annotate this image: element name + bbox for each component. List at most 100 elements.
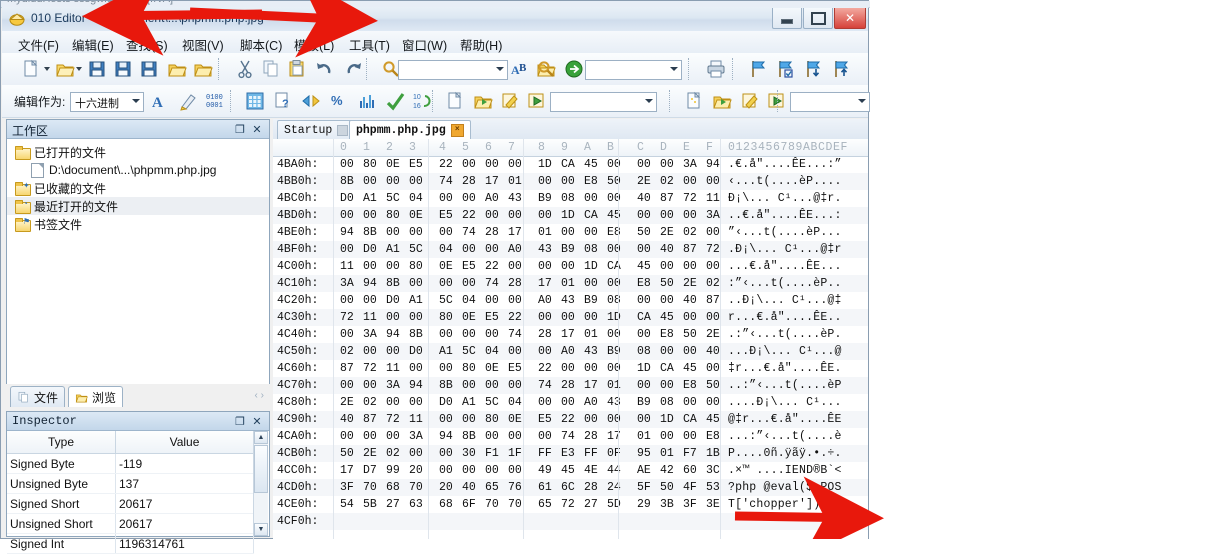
hex-byte[interactable]: 28 [561, 377, 575, 394]
hex-byte[interactable]: 1D [584, 258, 598, 275]
hex-byte[interactable]: E5 [409, 156, 423, 173]
bookmark-up-icon[interactable] [830, 58, 852, 80]
copy-icon[interactable] [260, 58, 282, 80]
goto-combo[interactable] [585, 60, 682, 80]
hex-byte[interactable]: 50 [683, 326, 697, 343]
edit-as-combo[interactable]: 十六进制 [70, 92, 144, 112]
hex-byte[interactable]: 00 [683, 394, 697, 411]
hex-byte[interactable]: 28 [485, 224, 499, 241]
hex-byte[interactable]: 8B [462, 428, 476, 445]
hex-byte[interactable]: 40 [462, 479, 476, 496]
save-all-icon[interactable] [138, 58, 160, 80]
hex-byte[interactable]: 00 [538, 343, 552, 360]
hex-byte[interactable]: 00 [683, 207, 697, 224]
hex-byte[interactable]: 22 [508, 309, 522, 326]
hex-byte[interactable]: 00 [386, 343, 400, 360]
hex-byte[interactable]: 43 [584, 343, 598, 360]
hex-byte[interactable]: 02 [683, 224, 697, 241]
hex-byte[interactable]: 00 [538, 394, 552, 411]
hex-byte[interactable]: A0 [584, 394, 598, 411]
hex-byte[interactable]: 5C [485, 394, 499, 411]
script-combo[interactable] [790, 92, 870, 112]
inspector-scrollbar[interactable]: ▲ ▼ [253, 431, 268, 536]
hex-byte[interactable]: 95 [637, 445, 651, 462]
hex-ascii[interactable]: ...Ð¡\... C¹...@ [728, 343, 842, 360]
hex-byte[interactable]: 02 [386, 445, 400, 462]
workspace-tab-2[interactable]: 浏览 [68, 386, 124, 407]
hex-byte[interactable]: 00 [683, 309, 697, 326]
hex-row[interactable]: 4C30h: 72 11 00 00 80 0E E5 22 00 00 00 1D CA 45 00 00 r.… [273, 309, 868, 326]
hex-byte[interactable]: 00 [462, 411, 476, 428]
menu-item-2[interactable]: 编辑(E) [68, 34, 118, 55]
hex-byte[interactable]: E3 [561, 445, 575, 462]
checksum-icon[interactable]: % [328, 90, 350, 112]
hex-byte[interactable]: 00 [706, 360, 720, 377]
hex-byte[interactable]: 17 [538, 275, 552, 292]
hex-byte[interactable]: 17 [508, 224, 522, 241]
hex-byte[interactable]: 60 [683, 462, 697, 479]
hex-byte[interactable]: 00 [637, 207, 651, 224]
highlight-icon[interactable] [178, 90, 200, 112]
hex-byte[interactable]: 70 [363, 479, 377, 496]
hex-byte[interactable]: 04 [508, 394, 522, 411]
hex-byte[interactable]: 01 [538, 224, 552, 241]
hex-byte[interactable]: 50 [660, 275, 674, 292]
hex-byte[interactable]: 02 [706, 275, 720, 292]
hex-byte[interactable]: 4F [683, 479, 697, 496]
hex-byte[interactable]: 3A [386, 377, 400, 394]
hex-byte[interactable]: 28 [584, 428, 598, 445]
hex-byte[interactable]: 00 [561, 224, 575, 241]
hex-byte[interactable]: 00 [660, 156, 674, 173]
hex-byte[interactable]: 04 [485, 343, 499, 360]
hex-byte[interactable]: 00 [508, 377, 522, 394]
hex-byte[interactable]: 2E [660, 224, 674, 241]
hex-byte[interactable]: 3A [706, 207, 720, 224]
hex-byte[interactable]: 17 [485, 173, 499, 190]
hex-byte[interactable]: 43 [508, 190, 522, 207]
hex-ascii[interactable]: ...:”‹...t(....è [728, 428, 842, 445]
hex-byte[interactable]: 00 [363, 173, 377, 190]
check-icon[interactable] [384, 90, 406, 112]
hex-byte[interactable]: F1 [485, 445, 499, 462]
hex-ascii[interactable]: ‡r...€.å"....ÊE. [728, 360, 842, 377]
hex-byte[interactable]: 00 [637, 411, 651, 428]
editor-tab-1[interactable]: Startup [277, 120, 356, 139]
hex-byte[interactable]: 54 [340, 496, 354, 513]
hex-byte[interactable]: 68 [439, 496, 453, 513]
save-icon[interactable] [86, 58, 108, 80]
hex-byte[interactable]: 68 [386, 479, 400, 496]
hex-byte[interactable]: 45 [706, 411, 720, 428]
hex-byte[interactable]: 45 [660, 309, 674, 326]
hex-byte[interactable]: 00 [508, 428, 522, 445]
workspace-tree-item-3[interactable]: ✦ 已收藏的文件 [7, 179, 269, 197]
hex-byte[interactable]: 2E [340, 394, 354, 411]
hex-byte[interactable]: 00 [363, 377, 377, 394]
hex-byte[interactable]: 08 [637, 343, 651, 360]
hex-byte[interactable]: 20 [439, 479, 453, 496]
hex-byte[interactable]: 00 [660, 428, 674, 445]
hex-byte[interactable]: 2E [363, 445, 377, 462]
hex-byte[interactable]: 28 [538, 326, 552, 343]
hex-byte[interactable]: 00 [637, 292, 651, 309]
hex-row[interactable]: 4CD0h: 3F 70 68 70 20 40 65 76 61 6C 28 24 5F 50 4F 53 ?p… [273, 479, 868, 496]
find-combo[interactable] [398, 60, 508, 80]
hex-byte[interactable]: 00 [386, 309, 400, 326]
hex-byte[interactable]: 02 [340, 343, 354, 360]
hex-byte[interactable]: 40 [340, 411, 354, 428]
workspace-tree-item-1[interactable]: 已打开的文件 [7, 143, 269, 161]
hex-row[interactable]: 4C10h: 3A 94 8B 00 00 00 74 28 17 01 00 00 E8 50 2E 02:”… [273, 275, 868, 292]
hex-row[interactable]: 4CA0h: 00 00 00 3A 94 8B 00 00 00 74 28 17 01 00 00 E8..… [273, 428, 868, 445]
hex-byte[interactable]: 00 [485, 377, 499, 394]
hex-byte[interactable]: 00 [584, 275, 598, 292]
hex-byte[interactable]: 17 [340, 462, 354, 479]
hex-byte[interactable]: 17 [561, 326, 575, 343]
hex-byte[interactable]: 42 [660, 462, 674, 479]
save-as-icon[interactable] [112, 58, 134, 80]
hex-byte[interactable]: 00 [409, 445, 423, 462]
hex-byte[interactable]: 00 [683, 343, 697, 360]
hex-byte[interactable]: 00 [340, 428, 354, 445]
hex-byte[interactable]: 00 [462, 326, 476, 343]
hex-byte[interactable]: 3A [363, 326, 377, 343]
toolbar-dropdown-arrow[interactable] [76, 67, 82, 71]
hex-byte[interactable]: CA [637, 309, 651, 326]
